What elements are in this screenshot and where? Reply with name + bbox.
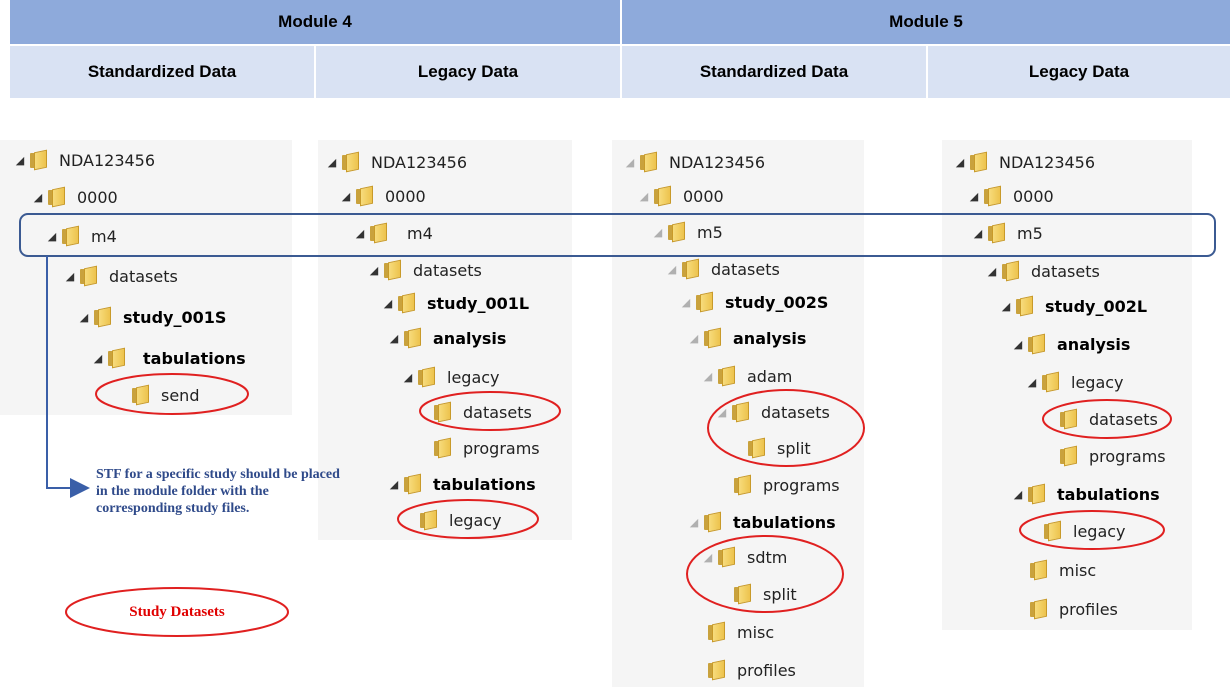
- connector-arrow: [46, 256, 90, 498]
- study-datasets-circle: [707, 389, 865, 467]
- diagram-root: Module 4 Module 5 Standardized Data Lega…: [0, 0, 1230, 687]
- study-datasets-circle: [95, 373, 249, 415]
- annotation-overlay: [19, 213, 1216, 637]
- module-folder-highlight-box: [19, 213, 1216, 257]
- study-datasets-circle: [397, 499, 539, 539]
- stf-note-text: STF for a specific study should be place…: [96, 467, 340, 516]
- study-datasets-circle: [1019, 510, 1165, 550]
- study-datasets-circle: [1042, 399, 1172, 439]
- study-datasets-circle: [686, 535, 844, 613]
- study-datasets-circle: [419, 391, 561, 431]
- legend-label: Study Datasets: [129, 603, 225, 620]
